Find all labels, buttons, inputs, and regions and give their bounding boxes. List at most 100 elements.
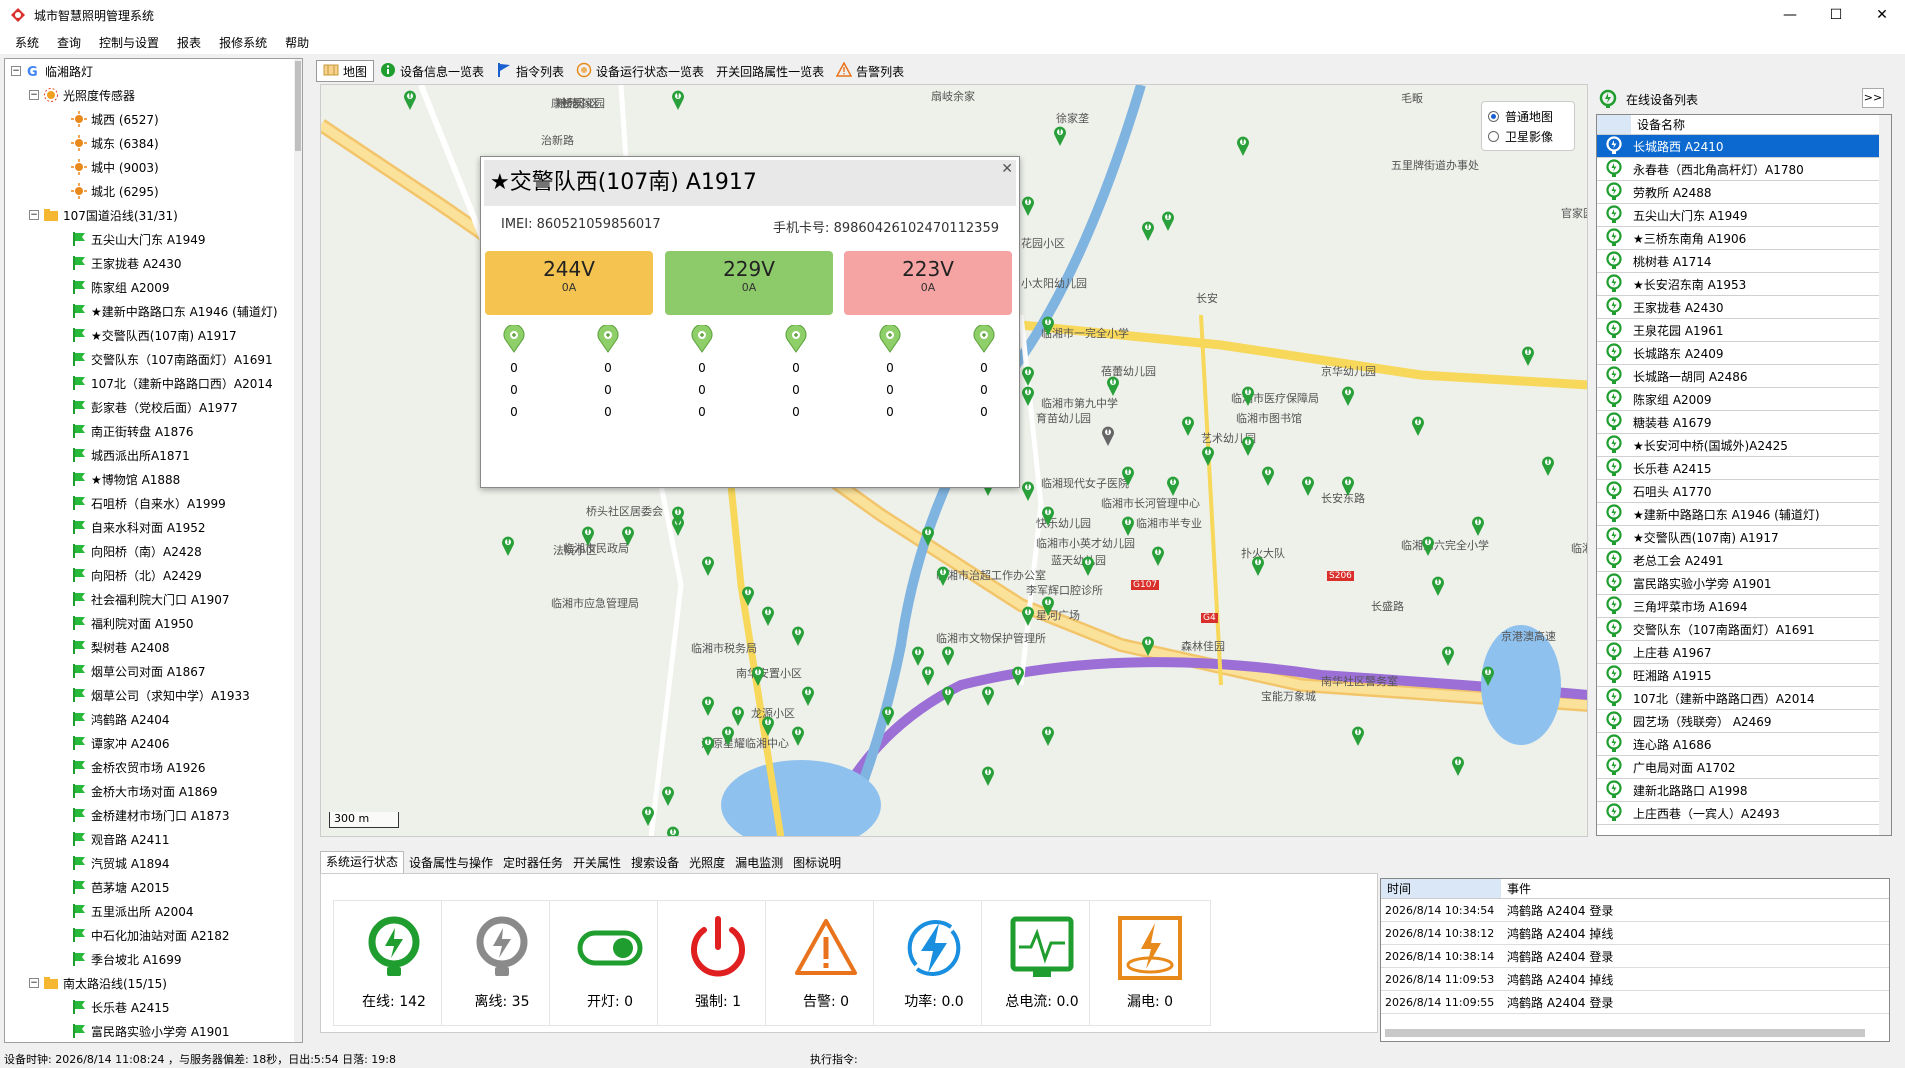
tree-group[interactable]: − 光照度传感器	[5, 83, 302, 107]
lamp-marker[interactable]	[911, 645, 925, 667]
tree-item[interactable]: 城西派出所A1871	[5, 443, 302, 467]
menu-system[interactable]: 系统	[6, 34, 48, 51]
lamp-marker[interactable]	[751, 665, 765, 687]
menu-control[interactable]: 控制与设置	[90, 34, 168, 51]
device-row[interactable]: 老总工会 A2491	[1597, 549, 1891, 572]
lamp-marker[interactable]	[1471, 515, 1485, 537]
lamp-marker[interactable]	[501, 535, 515, 557]
tree-item[interactable]: 芭茅塘 A2015	[5, 875, 302, 899]
device-row[interactable]: 107北（建新中路路口西）A2014	[1597, 687, 1891, 710]
event-row[interactable]: 2026/8/14 11:09:55 鸿鹤路 A2404 登录	[1381, 991, 1889, 1014]
device-row[interactable]: 长城路西 A2410	[1597, 135, 1891, 158]
lamp-marker[interactable]	[701, 695, 715, 717]
lamp-marker[interactable]	[1041, 595, 1055, 617]
lamp-marker[interactable]	[1141, 635, 1155, 657]
lamp-marker[interactable]	[1341, 475, 1355, 497]
device-row[interactable]: 糖装巷 A1679	[1597, 411, 1891, 434]
lamp-marker[interactable]	[1141, 220, 1155, 242]
lamp-marker[interactable]	[1041, 315, 1055, 337]
map-tab-1[interactable]: 设备信息一览表	[374, 60, 490, 82]
tree-item[interactable]: 陈家组 A2009	[5, 275, 302, 299]
device-row[interactable]: ★长安河中桥(国城外)A2425	[1597, 434, 1891, 457]
lamp-marker[interactable]	[761, 715, 775, 737]
close-button[interactable]: ✕	[1859, 0, 1905, 30]
tree-item[interactable]: 季台坡北 A1699	[5, 947, 302, 971]
lamp-marker[interactable]	[1301, 475, 1315, 497]
lamp-marker[interactable]	[1451, 755, 1465, 777]
device-row[interactable]: 王家拢巷 A2430	[1597, 296, 1891, 319]
device-row[interactable]: 上庄西巷（一宾人）A2493	[1597, 802, 1891, 825]
tree-group[interactable]: − 南太路沿线(15/15)	[5, 971, 302, 995]
lamp-marker[interactable]	[1241, 435, 1255, 457]
tree-item[interactable]: 交警队东（107南路面灯）A1691	[5, 347, 302, 371]
lamp-marker[interactable]	[1261, 465, 1275, 487]
device-row[interactable]: ★建新中路路口东 A1946 (辅道灯)	[1597, 503, 1891, 526]
device-row[interactable]: 连心路 A1686	[1597, 733, 1891, 756]
event-row[interactable]: 2026/8/14 10:38:12 鸿鹤路 A2404 掉线	[1381, 922, 1889, 945]
tree-item[interactable]: 福利院对面 A1950	[5, 611, 302, 635]
tree-item[interactable]: 王家拢巷 A2430	[5, 251, 302, 275]
lamp-marker[interactable]	[1441, 645, 1455, 667]
lamp-marker[interactable]	[701, 735, 715, 757]
lamp-marker[interactable]	[1431, 575, 1445, 597]
tree-item[interactable]: 富民路实验小学旁 A1901	[5, 1019, 302, 1042]
tree-item[interactable]: ★交警队西(107南) A1917	[5, 323, 302, 347]
lamp-marker[interactable]	[1121, 515, 1135, 537]
device-row[interactable]: 广电局对面 A1702	[1597, 756, 1891, 779]
lamp-marker[interactable]	[671, 89, 685, 111]
event-row[interactable]: 2026/8/14 11:09:53 鸿鹤路 A2404 掉线	[1381, 968, 1889, 991]
lamp-marker[interactable]	[721, 725, 735, 747]
lamp-marker[interactable]	[921, 665, 935, 687]
lamp-marker[interactable]	[881, 705, 895, 727]
tree-item[interactable]: 中石化加油站对面 A2182	[5, 923, 302, 947]
tree-item[interactable]: 金桥建材市场门口 A1873	[5, 803, 302, 827]
bottom-tab-2[interactable]: 定时器任务	[498, 854, 568, 871]
tree-scrollbar[interactable]	[294, 59, 302, 1042]
lamp-marker[interactable]	[801, 685, 815, 707]
tree-item[interactable]: 金桥大市场对面 A1869	[5, 779, 302, 803]
device-row[interactable]: ★三桥东南角 A1906	[1597, 227, 1891, 250]
bottom-tab-6[interactable]: 漏电监测	[730, 854, 788, 871]
lamp-marker[interactable]	[1181, 415, 1195, 437]
device-row[interactable]: 长城路一胡同 A2486	[1597, 365, 1891, 388]
device-row[interactable]: 陈家组 A2009	[1597, 388, 1891, 411]
tree-item[interactable]: 城西 (6527)	[5, 107, 302, 131]
tree-group[interactable]: −107国道沿线(31/31)	[5, 203, 302, 227]
lamp-marker[interactable]	[403, 89, 417, 111]
lamp-marker[interactable]	[791, 625, 805, 647]
minimize-button[interactable]: —	[1767, 0, 1813, 30]
lamp-marker[interactable]	[1541, 455, 1555, 477]
map-tab-2[interactable]: 指令列表	[490, 60, 570, 82]
bottom-tab-0[interactable]: 系统运行状态	[320, 851, 405, 873]
lamp-marker[interactable]	[1151, 545, 1165, 567]
lamp-marker[interactable]	[1521, 345, 1535, 367]
tree-item[interactable]: ★建新中路路口东 A1946 (辅道灯)	[5, 299, 302, 323]
device-row[interactable]: 王泉花园 A1961	[1597, 319, 1891, 342]
lamp-marker[interactable]	[921, 525, 935, 547]
device-row[interactable]: 交警队东（107南路面灯）A1691	[1597, 618, 1891, 641]
menu-help[interactable]: 帮助	[276, 34, 318, 51]
tree-item[interactable]: 城中 (9003)	[5, 155, 302, 179]
map-tab-3[interactable]: 设备运行状态一览表	[570, 60, 710, 82]
lamp-marker[interactable]	[1011, 665, 1025, 687]
device-row[interactable]: ★长安沼东南 A1953	[1597, 273, 1891, 296]
online-device-list[interactable]: 设备名称 长城路西 A2410 永春巷（西北角高杆灯）A1780 劳教所 A2488…	[1596, 114, 1892, 836]
bottom-tab-3[interactable]: 开关属性	[568, 854, 626, 871]
tree-item[interactable]: 五尖山大门东 A1949	[5, 227, 302, 251]
device-row[interactable]: 旺湘路 A1915	[1597, 664, 1891, 687]
device-row[interactable]: 长城路东 A2409	[1597, 342, 1891, 365]
lamp-marker[interactable]	[741, 585, 755, 607]
tree-item[interactable]: 南正街转盘 A1876	[5, 419, 302, 443]
device-row[interactable]: 桃树巷 A1714	[1597, 250, 1891, 273]
device-row[interactable]: 永春巷（西北角高杆灯）A1780	[1597, 158, 1891, 181]
lamp-marker[interactable]	[671, 505, 685, 527]
device-row[interactable]: ★交警队西(107南) A1917	[1597, 526, 1891, 549]
tree-item[interactable]: 金桥农贸市场 A1926	[5, 755, 302, 779]
event-row[interactable]: 2026/8/14 10:38:14 鸿鹤路 A2404 登录	[1381, 945, 1889, 968]
menu-report[interactable]: 报表	[168, 34, 210, 51]
tree-item[interactable]: 汽贸城 A1894	[5, 851, 302, 875]
tree-item[interactable]: 向阳桥（南）A2428	[5, 539, 302, 563]
lamp-marker[interactable]	[761, 605, 775, 627]
device-row[interactable]: 上庄巷 A1967	[1597, 641, 1891, 664]
map-tab-0[interactable]: 地图	[316, 60, 375, 82]
